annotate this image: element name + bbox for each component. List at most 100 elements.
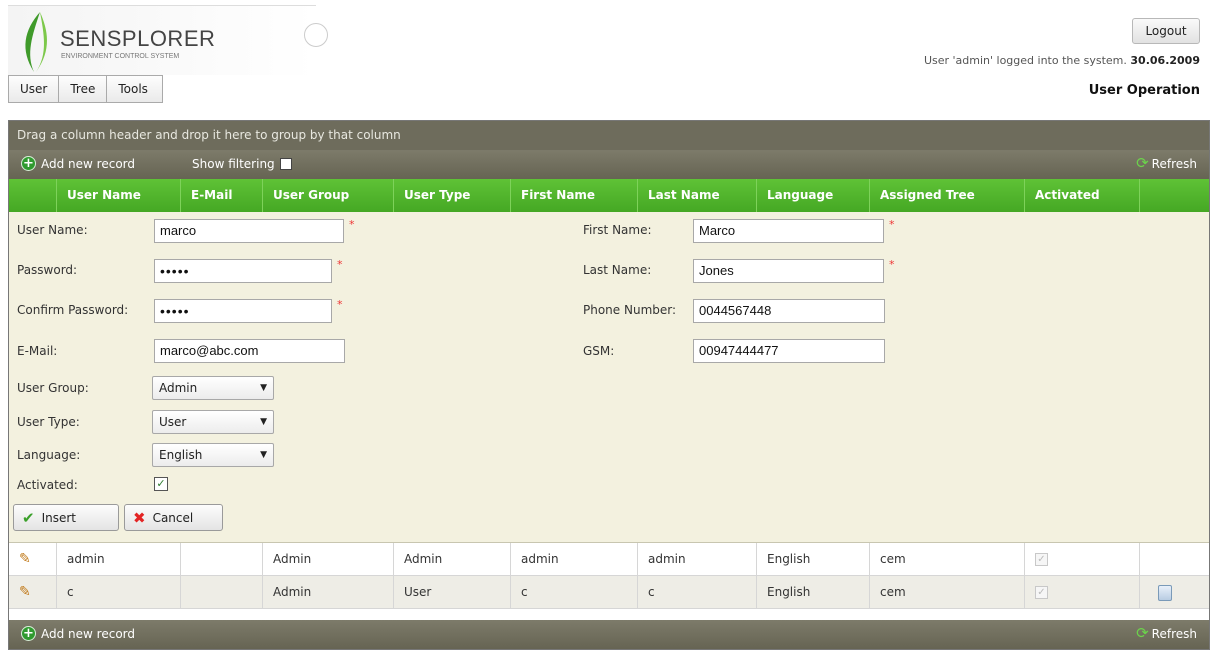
insert-form: User Name: marco * Password: ••••• * Con…	[9, 212, 1209, 543]
refresh-icon: ⟳	[1136, 624, 1149, 642]
page-title: User Operation	[1088, 83, 1200, 98]
password-label: Password:	[17, 263, 78, 277]
column-header-language[interactable]: Language	[757, 179, 870, 212]
decorative-circle	[304, 23, 328, 47]
login-date: 30.06.2009	[1130, 54, 1200, 67]
edit-cell[interactable]: ✎	[9, 543, 57, 575]
menu-item-user[interactable]: User	[9, 76, 60, 102]
user-type-label: User Type:	[17, 415, 80, 429]
refresh-button[interactable]: ⟳ Refresh	[1136, 156, 1197, 171]
column-header-edit	[9, 179, 57, 212]
cell-user-group: Admin	[263, 543, 394, 575]
activated-label: Activated:	[17, 478, 78, 492]
email-label: E-Mail:	[17, 344, 58, 358]
cell-last-name: admin	[638, 543, 757, 575]
required-marker: *	[889, 218, 895, 231]
cell-user-group: Admin	[263, 576, 394, 608]
login-status: User 'admin' logged into the system. 30.…	[924, 54, 1200, 67]
password-field[interactable]: •••••	[154, 259, 332, 283]
column-header-first-name[interactable]: First Name	[511, 179, 638, 212]
required-marker: *	[349, 218, 355, 231]
cell-email	[181, 576, 263, 608]
activated-checkbox-readonly: ✓	[1035, 586, 1048, 599]
cell-assigned-tree: cem	[870, 576, 1025, 608]
first-name-field[interactable]: Marco	[693, 219, 884, 243]
delete-icon[interactable]	[1158, 584, 1172, 601]
refresh-button-bottom[interactable]: ⟳ Refresh	[1136, 626, 1197, 641]
cell-activated: ✓	[1025, 543, 1140, 575]
column-header-user-name[interactable]: User Name	[57, 179, 181, 212]
column-header-assigned-tree[interactable]: Assigned Tree	[870, 179, 1025, 212]
show-filtering-toggle[interactable]: Show filtering	[192, 157, 292, 171]
delete-cell	[1140, 576, 1209, 608]
refresh-label: Refresh	[1151, 626, 1197, 641]
menu-bar: User Tree Tools User Operation	[8, 75, 1210, 105]
table-row: ✎ c Admin User c c English cem ✓	[9, 576, 1209, 609]
cell-assigned-tree: cem	[870, 543, 1025, 575]
refresh-label: Refresh	[1151, 156, 1197, 171]
plus-icon: +	[21, 156, 36, 171]
leaf-logo-icon	[25, 12, 47, 72]
show-filtering-checkbox[interactable]	[279, 158, 292, 170]
confirm-password-label: Confirm Password:	[17, 303, 129, 317]
language-select[interactable]: English ▼	[152, 443, 274, 467]
column-header-activated[interactable]: Activated	[1025, 179, 1140, 212]
cancel-button[interactable]: ✖ Cancel	[124, 504, 223, 531]
user-group-select[interactable]: Admin ▼	[152, 376, 274, 400]
logo-title: SENSPLORER	[60, 26, 216, 51]
login-status-text: User 'admin' logged into the system.	[923, 54, 1127, 67]
close-icon: ✖	[133, 508, 146, 527]
column-header-last-name[interactable]: Last Name	[638, 179, 757, 212]
cell-first-name: c	[511, 576, 638, 608]
group-by-panel[interactable]: Drag a column header and drop it here to…	[9, 121, 1209, 150]
column-header-user-group[interactable]: User Group	[263, 179, 394, 212]
cancel-label: Cancel	[152, 510, 194, 525]
user-type-select[interactable]: User ▼	[152, 410, 274, 434]
cell-last-name: c	[638, 576, 757, 608]
footer-command-bar: + Add new record ⟳ Refresh	[9, 620, 1209, 649]
user-group-value: Admin	[159, 381, 198, 395]
logout-button[interactable]: Logout	[1132, 18, 1200, 44]
column-header-delete	[1140, 179, 1209, 212]
insert-button[interactable]: ✔ Insert	[13, 504, 119, 531]
activated-checkbox-readonly: ✓	[1035, 553, 1048, 566]
insert-label: Insert	[41, 510, 76, 525]
confirm-password-field[interactable]: •••••	[154, 299, 332, 323]
gsm-field[interactable]: 00947444477	[693, 339, 885, 363]
users-grid: Drag a column header and drop it here to…	[8, 120, 1210, 650]
cell-user-type: Admin	[394, 543, 511, 575]
app-header: SENSPLORER ENVIRONMENT CONTROL SYSTEM Lo…	[8, 0, 1210, 75]
last-name-label: Last Name:	[583, 263, 652, 277]
first-name-label: First Name:	[583, 223, 652, 237]
email-field[interactable]: marco@abc.com	[154, 339, 345, 363]
column-header-email[interactable]: E-Mail	[181, 179, 263, 212]
last-name-field[interactable]: Jones	[693, 259, 884, 283]
gsm-label: GSM:	[583, 344, 615, 358]
required-marker: *	[337, 258, 343, 271]
user-name-label: User Name:	[17, 223, 88, 237]
user-name-field[interactable]: marco	[154, 219, 344, 243]
activated-checkbox[interactable]: ✓	[154, 477, 168, 491]
edit-cell[interactable]: ✎	[9, 576, 57, 608]
refresh-icon: ⟳	[1136, 154, 1149, 172]
add-record-button-bottom[interactable]: + Add new record	[21, 626, 135, 641]
command-bar: + Add new record Show filtering ⟳ Refres…	[9, 150, 1209, 179]
add-record-button[interactable]: + Add new record	[21, 156, 135, 171]
user-group-label: User Group:	[17, 381, 89, 395]
column-header-user-type[interactable]: User Type	[394, 179, 511, 212]
cell-user-name: admin	[57, 543, 181, 575]
check-icon: ✔	[22, 508, 35, 527]
phone-number-label: Phone Number:	[583, 303, 677, 317]
cell-email	[181, 543, 263, 575]
phone-number-field[interactable]: 0044567448	[693, 299, 885, 323]
cell-user-name: c	[57, 576, 181, 608]
plus-icon: +	[21, 626, 36, 641]
user-type-value: User	[159, 415, 187, 429]
pencil-icon[interactable]: ✎	[19, 551, 31, 567]
show-filtering-label: Show filtering	[192, 157, 275, 171]
pencil-icon[interactable]: ✎	[19, 584, 31, 600]
logo-subtitle: ENVIRONMENT CONTROL SYSTEM	[61, 53, 180, 60]
menu-item-tools[interactable]: Tools	[107, 76, 162, 102]
column-headers: User Name E-Mail User Group User Type Fi…	[9, 179, 1209, 212]
menu-item-tree[interactable]: Tree	[59, 76, 108, 102]
